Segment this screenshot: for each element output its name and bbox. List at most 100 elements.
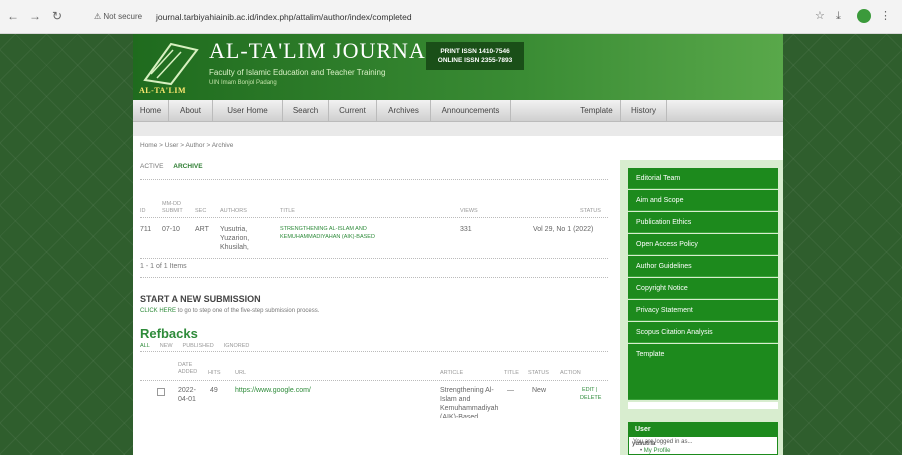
url-text[interactable]: journal.tarbiyahiainib.ac.id/index.php/a…	[156, 10, 412, 24]
address-bar[interactable]: ⚠ Not secure journal.tarbiyahiainib.ac.i…	[88, 6, 808, 28]
issn-online: ONLINE ISSN 2355-7893	[437, 57, 513, 64]
table-divider	[140, 380, 608, 381]
issn-badge: PRINT ISSN 1410-7546 ONLINE ISSN 2355-78…	[426, 42, 524, 70]
refbacks-filters: ALL NEW PUBLISHED IGNORED	[140, 342, 257, 349]
journal-subtitle: Faculty of Islamic Education and Teacher…	[209, 68, 386, 77]
col-ref-status: STATUS	[528, 370, 549, 376]
sidebar-item-author-guidelines[interactable]: Author Guidelines	[628, 256, 778, 277]
sidebar: Editorial Team Aim and Scope Publication…	[620, 160, 783, 455]
sidebar-item-editorial-team[interactable]: Editorial Team	[628, 168, 778, 189]
sidebar-item-publication-ethics[interactable]: Publication Ethics	[628, 212, 778, 233]
not-secure-label[interactable]: ⚠ Not secure	[88, 10, 148, 24]
nav-archives[interactable]: Archives	[377, 100, 431, 122]
tab-active[interactable]: ACTIVE	[140, 163, 163, 170]
sidebar-item-scopus[interactable]: Scopus Citation Analysis	[628, 322, 778, 343]
sidebar-item-copyright[interactable]: Copyright Notice	[628, 278, 778, 299]
refback-status: New	[532, 387, 547, 394]
browser-toolbar: ← → ↻ ⚠ Not secure journal.tarbiyahiaini…	[0, 0, 902, 34]
not-secure-text: Not secure	[103, 12, 143, 21]
table-divider	[140, 277, 608, 278]
nav-announcements[interactable]: Announcements	[431, 100, 511, 122]
filter-new[interactable]: NEW	[160, 343, 173, 349]
tab-archive[interactable]: ARCHIVE	[173, 163, 202, 170]
start-submission-text: CLICK HERE to go to step one of the five…	[140, 308, 319, 314]
cell-title-link[interactable]: STRENGTHENING AL-ISLAM AND KEMUHAMMADIYA…	[280, 225, 390, 241]
cell-date: 07-10	[162, 226, 180, 233]
cell-sec: ART	[195, 226, 209, 233]
table-divider	[140, 258, 608, 259]
nav-history[interactable]: History	[621, 100, 667, 122]
cell-views: 331	[460, 226, 472, 233]
sidebar-item-aim-scope[interactable]: Aim and Scope	[628, 190, 778, 211]
user-details: yusutria • My Profile	[632, 441, 670, 455]
table-divider	[140, 179, 608, 180]
cell-id: 711	[140, 226, 152, 233]
nav-current[interactable]: Current	[329, 100, 377, 122]
col-views: VIEWS	[460, 208, 478, 214]
refback-url-link[interactable]: https://www.google.com/	[235, 386, 311, 395]
click-here-link[interactable]: CLICK HERE	[140, 308, 176, 314]
table-divider	[140, 351, 608, 352]
sidebar-spacer	[628, 402, 778, 409]
journal-university: UIN Imam Bonjol Padang	[209, 80, 277, 86]
logo-text: AL-TA'LIM	[139, 86, 187, 95]
cell-authors: Yusutria, Yuzarion, Khusilah,	[220, 226, 250, 251]
nav-subbar	[133, 122, 783, 136]
filter-published[interactable]: PUBLISHED	[183, 343, 214, 349]
col-url: URL	[235, 370, 247, 376]
nav-about[interactable]: About	[169, 100, 213, 122]
table-divider	[140, 217, 608, 218]
nav-user-home[interactable]: User Home	[213, 100, 283, 122]
bookmark-star-icon[interactable]: ☆	[815, 9, 825, 23]
profile-avatar-icon[interactable]	[857, 9, 871, 23]
sidebar-item-template[interactable]: Template	[628, 344, 778, 400]
col-id: ID	[140, 208, 146, 214]
col-date: MM-DD SUBMIT	[162, 201, 183, 214]
user-block-heading: User	[629, 423, 777, 437]
items-count: 1 - 1 of 1 Items	[140, 263, 187, 270]
col-hits: HITS	[208, 370, 221, 376]
refback-checkbox[interactable]	[157, 388, 165, 396]
refback-date: 2022-04-01	[178, 387, 196, 403]
col-action: ACTION	[560, 370, 581, 376]
download-icon[interactable]: ⤓	[836, 9, 841, 23]
main-nav: Home About User Home Search Current Arch…	[133, 100, 783, 122]
refbacks-heading: Refbacks	[140, 326, 198, 341]
menu-kebab-icon[interactable]: ⋮	[880, 9, 891, 23]
col-date-added: DATE ADDED	[178, 362, 198, 375]
nav-template[interactable]: Template	[573, 100, 621, 122]
col-title: TITLE	[280, 208, 295, 214]
my-profile-link[interactable]: My Profile	[644, 448, 671, 454]
col-status: STATUS	[580, 208, 601, 214]
sidebar-item-open-access[interactable]: Open Access Policy	[628, 234, 778, 255]
cell-status: Vol 29, No 1 (2022)	[533, 226, 594, 233]
journal-title: AL-TA'LIM JOURNAL	[209, 38, 441, 63]
reload-icon[interactable]: ↻	[50, 9, 64, 23]
filter-ignored[interactable]: IGNORED	[224, 343, 250, 349]
refback-edit-link[interactable]: EDIT |	[582, 386, 597, 394]
journal-logo-icon[interactable]	[141, 40, 201, 86]
refback-delete-link[interactable]: DELETE	[580, 394, 601, 402]
back-icon[interactable]: ←	[6, 9, 20, 23]
sidebar-item-privacy[interactable]: Privacy Statement	[628, 300, 778, 321]
nav-search[interactable]: Search	[283, 100, 329, 122]
start-submission-heading: START A NEW SUBMISSION	[140, 294, 261, 304]
journal-header: AL-TA'LIM AL-TA'LIM JOURNAL Faculty of I…	[133, 34, 783, 100]
start-instructions: to go to step one of the five-step submi…	[176, 308, 320, 314]
breadcrumb[interactable]: Home > User > Author > Archive	[140, 142, 233, 149]
refback-hits: 49	[210, 387, 218, 394]
col-sec: SEC	[195, 208, 207, 214]
col-ref-title: TITLE	[504, 370, 519, 376]
username: yusutria	[632, 441, 656, 447]
refback-article: Strengthening Al-Islam and Kemuhammadiya…	[440, 387, 498, 418]
user-link-list: • My Profile	[640, 448, 671, 454]
forward-icon[interactable]: →	[28, 9, 42, 23]
col-article: ARTICLE	[440, 370, 464, 376]
refback-title: —	[507, 387, 514, 394]
col-authors: AUTHORS	[220, 208, 247, 214]
issn-print: PRINT ISSN 1410-7546	[440, 48, 510, 55]
journal-page: AL-TA'LIM AL-TA'LIM JOURNAL Faculty of I…	[133, 34, 783, 455]
filter-all[interactable]: ALL	[140, 343, 150, 349]
submission-tabs: ACTIVE ARCHIVE	[140, 163, 203, 170]
nav-home[interactable]: Home	[133, 100, 169, 122]
